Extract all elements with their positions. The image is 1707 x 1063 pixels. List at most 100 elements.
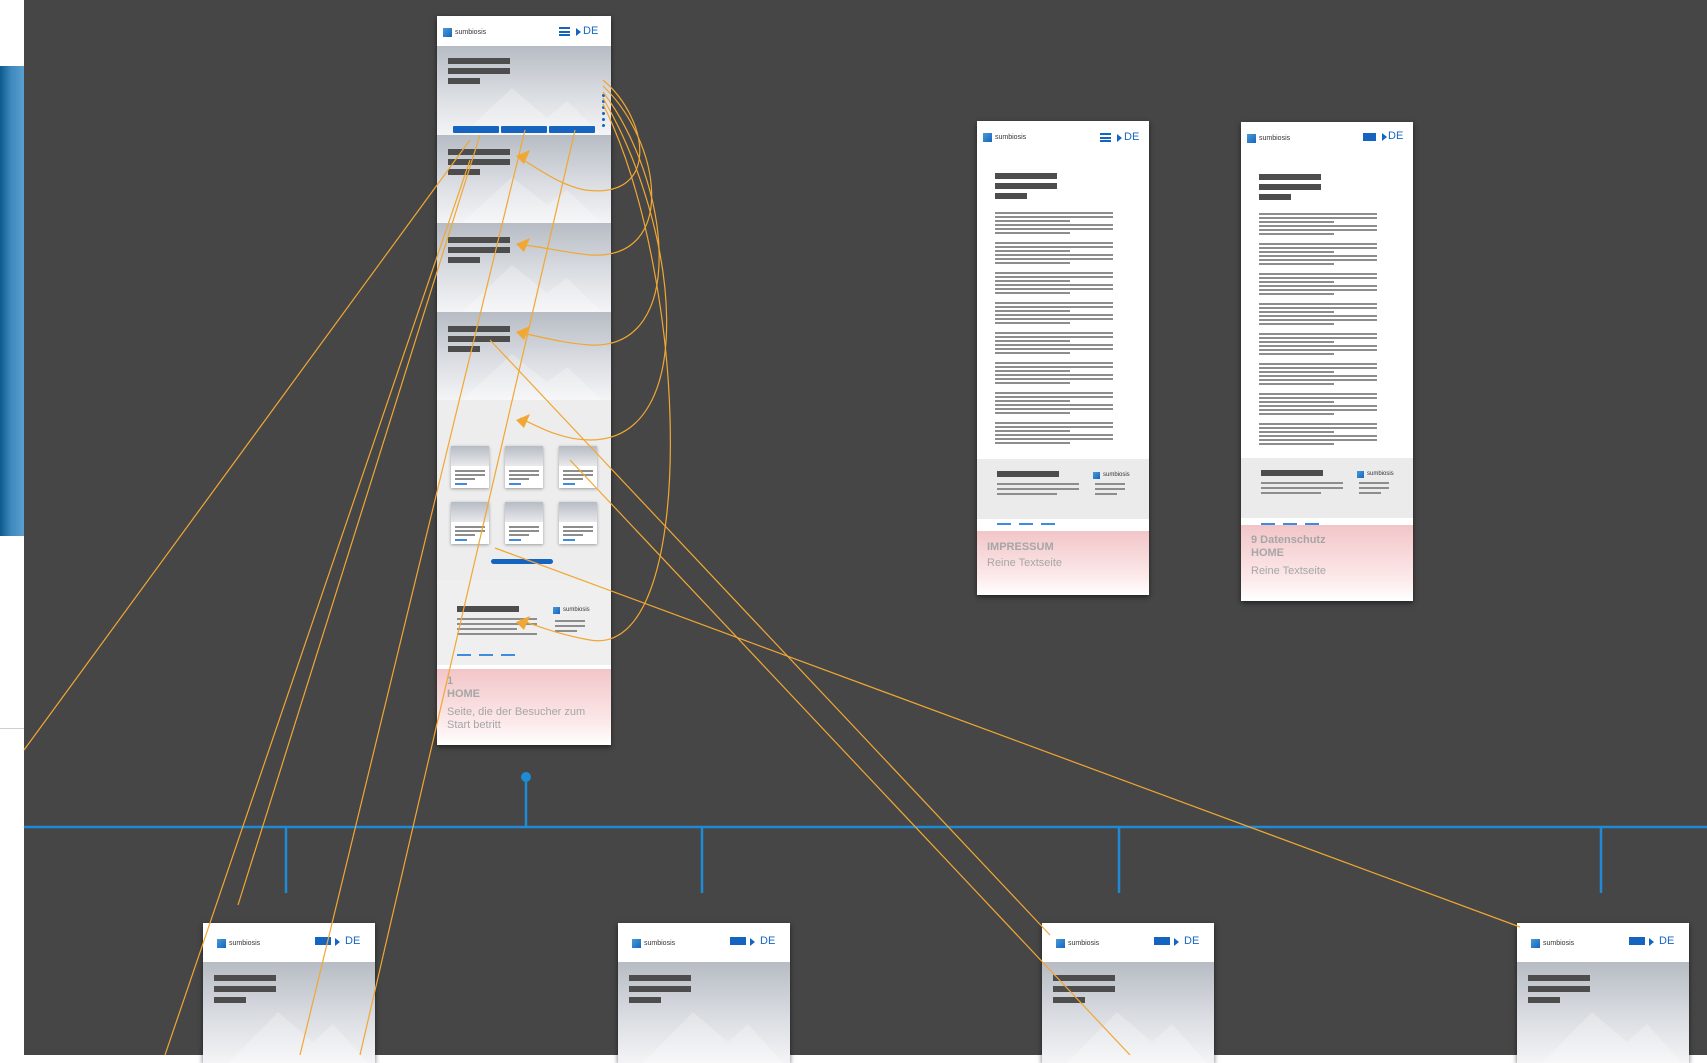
headline-line <box>448 326 510 332</box>
text-line <box>995 396 1113 398</box>
text-line <box>995 246 1113 248</box>
child-page-mockup[interactable]: sumbiosis DE <box>203 923 375 1063</box>
logo: sumbiosis <box>1247 132 1290 144</box>
text-line <box>1259 255 1377 257</box>
text-line <box>1259 273 1377 275</box>
footer-link[interactable] <box>1019 523 1033 525</box>
menu-icon[interactable] <box>1363 133 1376 141</box>
child-page-mockup[interactable]: sumbiosis DE <box>1042 923 1214 1063</box>
footer-link[interactable] <box>1041 523 1055 525</box>
child-page-mockup[interactable]: sumbiosis DE <box>1517 923 1689 1063</box>
text-line <box>1259 289 1377 291</box>
language-switch[interactable]: DE <box>760 935 775 947</box>
hero-section <box>1042 962 1214 1063</box>
page-description: Reine Textseite <box>987 557 1063 569</box>
logo-mark-icon <box>1531 938 1540 948</box>
text-line <box>1259 363 1377 365</box>
headline-line <box>629 997 661 1003</box>
footer-link[interactable] <box>997 523 1011 525</box>
text-line <box>995 442 1070 444</box>
headline-line <box>448 78 480 84</box>
footer-link[interactable] <box>479 654 493 656</box>
page-header: sumbiosis DE <box>1042 923 1214 962</box>
text-line <box>1259 345 1377 347</box>
text-line <box>1259 251 1334 253</box>
logo-text: sumbiosis <box>1068 939 1100 947</box>
teaser-card[interactable] <box>559 446 597 488</box>
text-line <box>995 340 1070 342</box>
text-line <box>995 422 1113 424</box>
text-line <box>995 280 1070 282</box>
language-arrow-icon <box>576 28 581 36</box>
text-line <box>1259 281 1334 283</box>
section-nav-dot[interactable] <box>602 112 605 115</box>
footer-logo: sumbiosis <box>1093 469 1130 481</box>
logo-mark-icon <box>632 938 641 948</box>
text-line <box>995 426 1113 428</box>
text-line <box>1259 443 1334 445</box>
impressum-page-mockup[interactable]: sumbiosis DE sumbiosis IMPRESSUM Reine T… <box>977 121 1149 595</box>
section-nav-dot[interactable] <box>602 106 605 109</box>
language-switch[interactable]: DE <box>1184 935 1199 947</box>
page-title: 9 Datenschutz <box>1251 534 1326 546</box>
text-line <box>995 242 1113 244</box>
datenschutz-page-mockup[interactable]: sumbiosis DE sumbiosis 9 Datenschutz HOM… <box>1241 122 1413 601</box>
home-page-mockup[interactable]: sumbiosis DE sumbiosis 1 HOME Seite, die… <box>437 16 611 745</box>
text-line <box>995 306 1113 308</box>
teaser-card[interactable] <box>505 502 543 544</box>
text-line <box>995 288 1113 290</box>
teaser-card[interactable] <box>559 502 597 544</box>
logo-text: sumbiosis <box>229 939 261 947</box>
page-subtitle: HOME <box>1251 547 1284 559</box>
hamburger-menu-icon[interactable] <box>559 27 570 36</box>
text-line <box>995 412 1070 414</box>
teaser-card[interactable] <box>505 446 543 488</box>
menu-icon[interactable] <box>730 937 746 945</box>
section-nav-dot[interactable] <box>602 100 605 103</box>
load-more-button[interactable] <box>491 559 553 564</box>
text-line <box>1259 431 1334 433</box>
language-switch[interactable]: DE <box>1659 935 1674 947</box>
text-line <box>1259 341 1334 343</box>
footer-link[interactable] <box>501 654 515 656</box>
text-line <box>995 224 1113 226</box>
text-line <box>995 272 1113 274</box>
text-line <box>1259 435 1377 437</box>
page-description: Reine Textseite <box>1251 565 1327 577</box>
hero-section <box>1517 962 1689 1063</box>
text-line <box>1259 221 1334 223</box>
text-line <box>1259 349 1377 351</box>
text-line <box>1259 243 1377 245</box>
headline-line <box>995 193 1027 199</box>
headline-line <box>448 247 510 253</box>
logo: sumbiosis <box>1056 937 1099 949</box>
text-line <box>1259 427 1377 429</box>
menu-icon[interactable] <box>1154 937 1170 945</box>
page-header: sumbiosis DE <box>977 121 1149 151</box>
language-switch[interactable]: DE <box>1388 130 1403 142</box>
teaser-card[interactable] <box>451 502 489 544</box>
menu-icon[interactable] <box>1629 937 1645 945</box>
section-nav-dot[interactable] <box>602 94 605 97</box>
child-page-mockup[interactable]: sumbiosis DE <box>618 923 790 1063</box>
logo-mark-icon <box>1093 471 1100 479</box>
menu-icon[interactable] <box>315 937 331 945</box>
headline-line <box>1259 174 1321 180</box>
hero-button[interactable] <box>453 126 499 133</box>
language-switch[interactable]: DE <box>583 25 598 37</box>
headline-line <box>448 346 480 352</box>
hero-button[interactable] <box>501 126 547 133</box>
footer-link[interactable] <box>457 654 471 656</box>
headline-line <box>995 183 1057 189</box>
hamburger-menu-icon[interactable] <box>1100 133 1111 142</box>
section-nav-dot[interactable] <box>602 124 605 127</box>
hero-button[interactable] <box>549 126 595 133</box>
headline-line <box>448 58 510 64</box>
headline-line <box>448 237 510 243</box>
language-switch[interactable]: DE <box>345 935 360 947</box>
language-switch[interactable]: DE <box>1124 131 1139 143</box>
language-arrow-icon <box>1382 133 1387 141</box>
section-nav-dot[interactable] <box>602 118 605 121</box>
page-footer: sumbiosis <box>437 580 611 665</box>
teaser-card[interactable] <box>451 446 489 488</box>
